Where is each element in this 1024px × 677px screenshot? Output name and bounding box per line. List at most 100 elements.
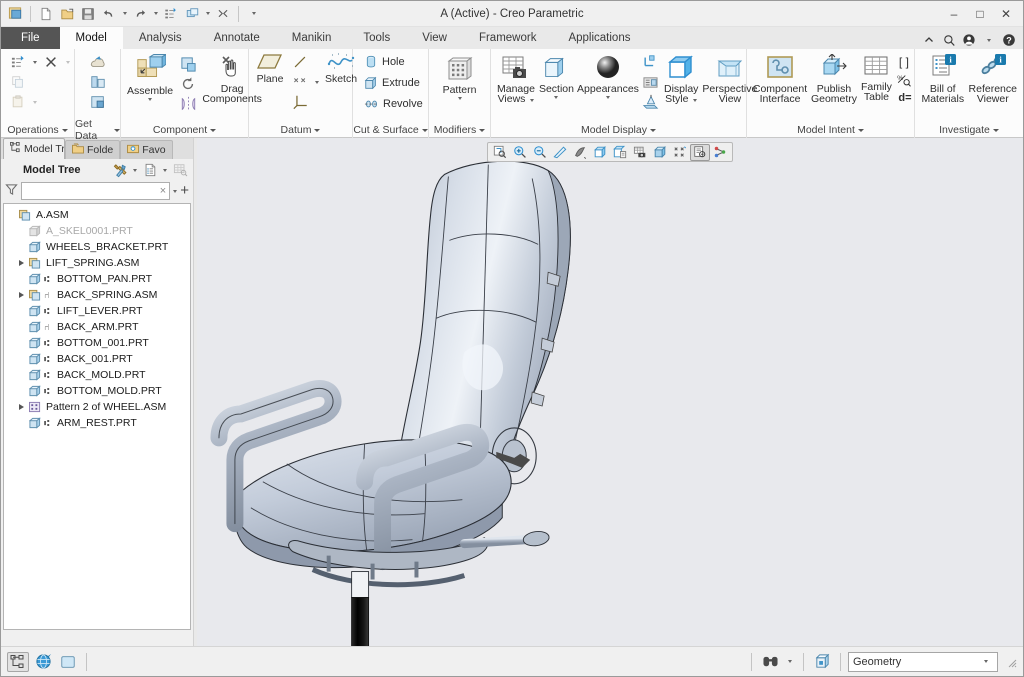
manage-views-dropdown-icon[interactable] <box>530 99 535 102</box>
tree-item[interactable]: ⑆ BACK_001.PRT <box>4 351 190 367</box>
display-style-icon[interactable] <box>650 144 670 161</box>
tree-columns-icon[interactable] <box>171 161 189 179</box>
chevron-down-icon[interactable] <box>421 128 428 132</box>
spin-center-toggle-icon[interactable] <box>710 144 730 161</box>
filter-dropdown-icon[interactable] <box>173 189 178 193</box>
search-dropdown-icon[interactable] <box>784 652 796 672</box>
datum-display-filters-button[interactable] <box>640 52 662 72</box>
view-manager-icon[interactable] <box>610 144 630 161</box>
annotation-display-icon[interactable] <box>690 143 710 161</box>
settings-dropdown-icon[interactable] <box>130 161 140 179</box>
selection-filter-combo[interactable]: Geometry <box>848 651 998 672</box>
redo-dropdown-icon[interactable] <box>151 4 160 24</box>
repeat-component-button[interactable] <box>177 74 199 94</box>
add-filter-icon[interactable]: + <box>180 183 189 198</box>
tree-item[interactable]: ⑆ BOTTOM_PAN.PRT <box>4 271 190 287</box>
chevron-down-icon[interactable] <box>979 660 993 663</box>
mirror-component-button[interactable] <box>177 94 199 114</box>
relations-button[interactable]: % <box>894 71 914 89</box>
model-tree[interactable]: A.ASM A_SKEL0001.PRT WHEELS_BRACKET.PRT LIF… <box>3 203 191 630</box>
settings-tools-icon[interactable] <box>111 161 129 179</box>
new-icon[interactable] <box>36 4 56 24</box>
section-dropdown-icon[interactable] <box>554 96 559 99</box>
tree-item[interactable]: A.ASM <box>4 207 190 223</box>
annotation-display-button[interactable] <box>640 72 662 92</box>
publish-geometry-button[interactable]: Publish Geometry <box>809 51 859 107</box>
create-component-button[interactable] <box>177 54 199 74</box>
family-table-button[interactable]: Family Table <box>859 51 894 105</box>
tab-annotate[interactable]: Annotate <box>197 27 276 49</box>
coord-system-button[interactable] <box>289 92 311 112</box>
creo-logo-icon[interactable] <box>5 4 25 24</box>
pattern-dropdown-icon[interactable] <box>457 97 462 100</box>
tree-item[interactable]: ⑆ BOTTOM_MOLD.PRT <box>4 383 190 399</box>
expand-twisty-icon[interactable] <box>16 399 27 415</box>
chevron-down-icon[interactable] <box>479 128 486 132</box>
save-icon[interactable] <box>78 4 98 24</box>
reference-viewer-button[interactable]: i Reference Viewer <box>967 51 1019 107</box>
expand-twisty-icon[interactable] <box>16 287 27 303</box>
appearances-dropdown-icon[interactable] <box>605 96 610 99</box>
chevron-down-icon[interactable] <box>114 128 120 132</box>
customize-qat-icon[interactable] <box>244 4 264 24</box>
merge-inherit-button[interactable] <box>87 92 109 112</box>
tree-display-icon[interactable] <box>141 161 159 179</box>
dimension-button[interactable]: d= <box>894 89 916 107</box>
axis-button[interactable] <box>289 52 311 72</box>
close-window-icon[interactable] <box>213 4 233 24</box>
undo-icon[interactable] <box>99 4 119 24</box>
bill-of-materials-button[interactable]: i Bill of Materials <box>919 51 967 107</box>
tree-item[interactable]: A_SKEL0001.PRT <box>4 223 190 239</box>
appearances-button[interactable]: Appearances <box>576 51 640 102</box>
web-browser-button[interactable] <box>32 652 54 672</box>
refit-icon[interactable] <box>490 144 510 161</box>
spin-center-icon[interactable] <box>570 144 590 161</box>
copy-button[interactable] <box>7 72 29 92</box>
regenerate-dropdown-icon[interactable] <box>29 52 40 72</box>
display-style-dropdown-icon[interactable] <box>693 99 698 102</box>
named-views-icon[interactable] <box>630 144 650 161</box>
shrinkwrap-button[interactable] <box>87 72 109 92</box>
close-button[interactable]: ✕ <box>993 3 1019 25</box>
account-dropdown-icon[interactable] <box>980 31 998 49</box>
chevron-down-icon[interactable] <box>314 128 321 132</box>
model-tree-search-box[interactable]: × <box>21 182 171 200</box>
chevron-down-icon[interactable] <box>61 128 68 132</box>
zoom-out-icon[interactable] <box>530 144 550 161</box>
search-tool-button[interactable] <box>759 652 781 672</box>
account-icon[interactable] <box>960 31 978 49</box>
window-dropdown-icon[interactable] <box>203 4 212 24</box>
undo-dropdown-icon[interactable] <box>120 4 129 24</box>
point-dropdown-icon[interactable] <box>311 72 322 92</box>
nav-tab-favorites[interactable]: Favo <box>120 140 173 159</box>
tree-item[interactable]: Pattern 2 of WHEEL.ASM <box>4 399 190 415</box>
tab-file[interactable]: File <box>1 27 60 49</box>
tab-tools[interactable]: Tools <box>347 27 407 49</box>
tree-item[interactable]: ⑆ BACK_MOLD.PRT <box>4 367 190 383</box>
regenerate-icon[interactable] <box>161 4 181 24</box>
import-button[interactable] <box>87 52 109 72</box>
maximize-button[interactable]: □ <box>967 3 993 25</box>
chevron-down-icon[interactable] <box>857 128 864 132</box>
manage-views-button[interactable]: Manage Views <box>495 51 537 107</box>
delete-dropdown-icon[interactable] <box>62 52 73 72</box>
selection-box-button[interactable] <box>811 652 833 672</box>
zoom-in-icon[interactable] <box>510 144 530 161</box>
hole-button[interactable]: Hole <box>359 52 410 72</box>
model-viewport[interactable] <box>197 138 1023 646</box>
assemble-dropdown-icon[interactable] <box>148 98 153 101</box>
component-interface-button[interactable]: Component Interface <box>751 51 809 107</box>
point-button[interactable] <box>289 72 311 92</box>
parameters-button[interactable]: [ ] <box>894 53 914 71</box>
tree-item[interactable]: ⑆ BOTTOM_001.PRT <box>4 335 190 351</box>
redo-icon[interactable] <box>130 4 150 24</box>
nav-tab-folder-browser[interactable]: Folde <box>65 140 121 159</box>
chevron-down-icon[interactable] <box>992 128 999 132</box>
tab-view[interactable]: View <box>406 27 463 49</box>
window-switch-icon[interactable] <box>182 4 202 24</box>
tab-model[interactable]: Model <box>59 27 123 49</box>
paste-dropdown-icon[interactable] <box>29 92 40 112</box>
datum-display-icon[interactable] <box>670 144 690 161</box>
section-button[interactable]: Section <box>537 51 576 102</box>
tree-item[interactable]: ⑁ BACK_ARM.PRT <box>4 319 190 335</box>
